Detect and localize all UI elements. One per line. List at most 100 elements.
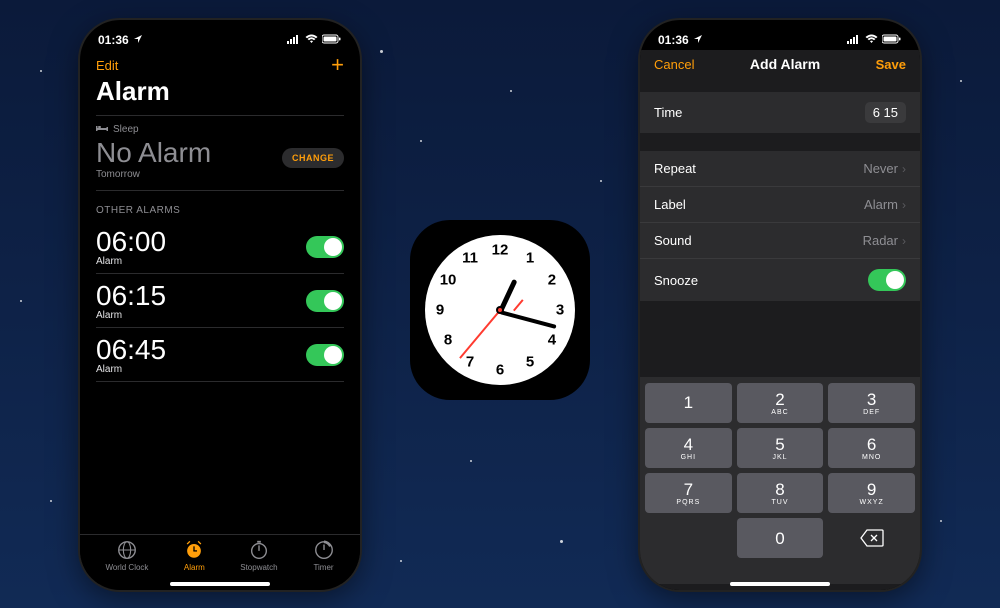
- numeric-keypad: 12ABC3DEF 4GHI5JKL6MNO 7PQRS8TUV9WXYZ0: [640, 377, 920, 584]
- other-alarms-label: OTHER ALARMS: [80, 191, 360, 220]
- tab-world-clock[interactable]: World Clock: [105, 539, 148, 572]
- clock-number: 6: [496, 362, 504, 379]
- alarm-switch[interactable]: [306, 290, 344, 312]
- add-alarm-button[interactable]: +: [331, 54, 344, 76]
- time-cell[interactable]: Time 6 15: [640, 92, 920, 133]
- alarm-time: 06:45: [96, 334, 166, 366]
- home-indicator[interactable]: [730, 582, 830, 586]
- second-hand-tail: [513, 300, 523, 312]
- keypad-key-8[interactable]: 8TUV: [737, 473, 824, 513]
- options-group: Repeat Never› Label Alarm› Sound Radar› …: [640, 151, 920, 301]
- alarm-row[interactable]: 06:15 Alarm: [80, 274, 360, 327]
- tab-timer[interactable]: Timer: [313, 539, 335, 572]
- tab-bar: World Clock Alarm Stopwatch Timer: [80, 534, 360, 584]
- snooze-label: Snooze: [654, 273, 698, 288]
- clock-number: 5: [526, 353, 534, 370]
- label-cell[interactable]: Label Alarm ›: [640, 187, 920, 223]
- repeat-label: Repeat: [654, 161, 696, 176]
- location-icon: [693, 33, 703, 47]
- sleep-section: Sleep No Alarm Tomorrow CHANGE: [80, 116, 360, 182]
- clock-number: 8: [444, 332, 452, 349]
- notch: [155, 20, 285, 42]
- signal-icon: [287, 33, 301, 47]
- clock-app-icon: 121234567891011: [410, 220, 590, 400]
- keypad-key-6[interactable]: 6MNO: [828, 428, 915, 468]
- chevron-icon: ›: [902, 198, 906, 212]
- repeat-value: Never: [863, 161, 898, 176]
- repeat-cell[interactable]: Repeat Never ›: [640, 151, 920, 187]
- battery-icon: [322, 33, 342, 47]
- clock-number: 4: [548, 332, 556, 349]
- tab-label: World Clock: [105, 563, 148, 572]
- minute-hand: [499, 310, 556, 329]
- keypad-blank: [645, 518, 732, 558]
- edit-button[interactable]: Edit: [96, 58, 118, 73]
- alarm-time: 06:15: [96, 280, 166, 312]
- clock-number: 12: [492, 242, 509, 259]
- bed-icon: [96, 124, 108, 135]
- tab-label: Alarm: [184, 563, 205, 572]
- add-alarm-title: Add Alarm: [750, 56, 820, 72]
- keypad-key-4[interactable]: 4GHI: [645, 428, 732, 468]
- clock-number: 10: [440, 272, 457, 289]
- divider: [96, 381, 344, 382]
- second-hand: [460, 310, 501, 358]
- clock-face: 121234567891011: [425, 235, 575, 385]
- phone-alarm-list: 01:36 Edit + Alarm Sleep: [80, 20, 360, 590]
- home-indicator[interactable]: [170, 582, 270, 586]
- page-title: Alarm: [80, 74, 360, 115]
- keypad-key-2[interactable]: 2ABC: [737, 383, 824, 423]
- clock-number: 2: [548, 272, 556, 289]
- keypad-delete[interactable]: [828, 518, 915, 558]
- status-time: 01:36: [98, 33, 129, 47]
- tab-label: Timer: [313, 563, 333, 572]
- label-value: Alarm: [864, 197, 898, 212]
- sound-label: Sound: [654, 233, 692, 248]
- sound-cell[interactable]: Sound Radar ›: [640, 223, 920, 259]
- snooze-switch[interactable]: [868, 269, 906, 291]
- clock-number: 7: [466, 353, 474, 370]
- alarm-switch[interactable]: [306, 236, 344, 258]
- time-group: Time 6 15: [640, 92, 920, 133]
- keypad-key-9[interactable]: 9WXYZ: [828, 473, 915, 513]
- clock-number: 9: [436, 302, 444, 319]
- keypad-key-0[interactable]: 0: [737, 518, 824, 558]
- keypad-key-7[interactable]: 7PQRS: [645, 473, 732, 513]
- time-value[interactable]: 6 15: [865, 102, 906, 123]
- alarm-list: 06:00 Alarm 06:15 Alarm 06:45 Alarm: [80, 220, 360, 382]
- keypad-key-1[interactable]: 1: [645, 383, 732, 423]
- cancel-button[interactable]: Cancel: [654, 57, 694, 72]
- label-label: Label: [654, 197, 686, 212]
- notch: [715, 20, 845, 42]
- change-button[interactable]: CHANGE: [282, 148, 344, 168]
- phone-add-alarm: 01:36 Cancel Add Alarm Save Time: [640, 20, 920, 590]
- alarm-time: 06:00: [96, 226, 166, 258]
- no-alarm-text: No Alarm: [96, 137, 211, 169]
- alarm-row[interactable]: 06:45 Alarm: [80, 328, 360, 381]
- tomorrow-text: Tomorrow: [96, 169, 211, 180]
- tab-label: Stopwatch: [240, 563, 277, 572]
- signal-icon: [847, 33, 861, 47]
- sleep-label: Sleep: [113, 124, 139, 135]
- clock-number: 1: [526, 250, 534, 267]
- keypad-key-3[interactable]: 3DEF: [828, 383, 915, 423]
- alarm-row[interactable]: 06:00 Alarm: [80, 220, 360, 273]
- clock-number: 3: [556, 302, 564, 319]
- clock-number: 11: [462, 250, 478, 267]
- tab-alarm[interactable]: Alarm: [183, 539, 205, 572]
- save-button[interactable]: Save: [876, 57, 906, 72]
- sound-value: Radar: [863, 233, 898, 248]
- tab-stopwatch[interactable]: Stopwatch: [240, 539, 277, 572]
- status-time: 01:36: [658, 33, 689, 47]
- wifi-icon: [305, 33, 318, 47]
- battery-icon: [882, 33, 902, 47]
- alarm-switch[interactable]: [306, 344, 344, 366]
- clock-center-pin: [498, 308, 502, 312]
- chevron-icon: ›: [902, 234, 906, 248]
- time-label: Time: [654, 105, 682, 120]
- wifi-icon: [865, 33, 878, 47]
- location-icon: [133, 33, 143, 47]
- chevron-icon: ›: [902, 162, 906, 176]
- keypad-key-5[interactable]: 5JKL: [737, 428, 824, 468]
- snooze-cell: Snooze: [640, 259, 920, 301]
